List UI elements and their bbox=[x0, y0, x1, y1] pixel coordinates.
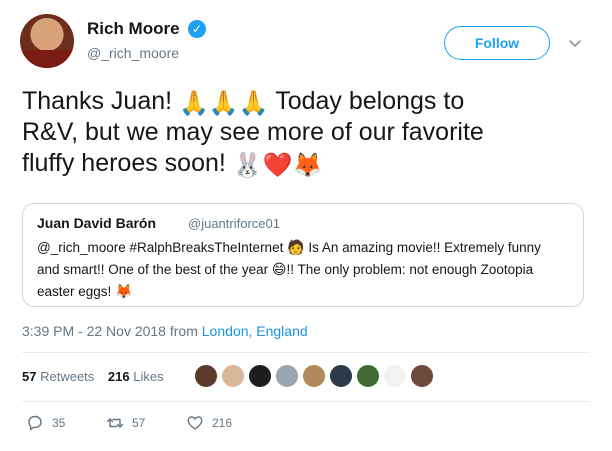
quoted-user-handle: @juantriforce01 bbox=[188, 216, 280, 231]
liker-avatar[interactable] bbox=[329, 364, 353, 388]
fox-emoji-icon: 🦊 bbox=[115, 283, 133, 299]
retweet-button[interactable]: 57 bbox=[106, 414, 145, 432]
tweet-actions: 35 57 216 bbox=[0, 414, 612, 436]
retweets-stat[interactable]: 57 Retweets bbox=[22, 369, 94, 384]
divider bbox=[22, 401, 590, 402]
likes-stat[interactable]: 216 Likes bbox=[108, 369, 164, 384]
quoted-text-part: and smart!! One of the best of the year bbox=[37, 262, 269, 277]
likes-count: 216 bbox=[107, 369, 130, 384]
profile-avatar[interactable] bbox=[20, 14, 74, 68]
tweet-text: Thanks Juan! 🙏🙏🙏 Today belongs to R&V, b… bbox=[22, 86, 582, 179]
retweet-icon bbox=[106, 418, 124, 428]
quoted-tweet-text: @_rich_moore #RalphBreaksTheInternet 🧑 I… bbox=[37, 237, 572, 303]
quoted-text-part: Is An amazing movie!! Extremely funny bbox=[308, 240, 541, 255]
retweets-count: 57 bbox=[22, 369, 37, 384]
reply-button[interactable]: 35 bbox=[26, 414, 65, 432]
quoted-text-part: @_rich_moore #RalphBreaksTheInternet bbox=[37, 240, 284, 255]
quoted-user-name: Juan David Barón bbox=[37, 215, 157, 231]
liker-avatar[interactable] bbox=[410, 364, 434, 388]
quoted-text-part: easter eggs! bbox=[37, 284, 112, 299]
liker-avatar[interactable] bbox=[248, 364, 272, 388]
user-display-name[interactable]: Rich Moore bbox=[87, 19, 180, 39]
reply-count: 35 bbox=[52, 416, 66, 430]
liker-avatar[interactable] bbox=[383, 364, 407, 388]
retweet-count: 57 bbox=[132, 416, 146, 430]
liker-avatar[interactable] bbox=[302, 364, 326, 388]
quoted-tweet[interactable]: Juan David Barón @juantriforce01 @_rich_… bbox=[22, 203, 584, 307]
reply-icon bbox=[28, 415, 42, 431]
tweet-stats: 57 Retweets 216 Likes bbox=[22, 369, 164, 384]
tweet-text-part: fluffy heroes soon! bbox=[22, 149, 226, 177]
tweet-text-part: Today belongs to bbox=[275, 87, 465, 115]
liker-avatar[interactable] bbox=[356, 364, 380, 388]
heart-icon bbox=[187, 416, 203, 430]
like-count: 216 bbox=[212, 416, 233, 430]
verified-badge-icon: ✓ bbox=[188, 20, 206, 38]
user-handle[interactable]: @_rich_moore bbox=[87, 45, 179, 61]
like-button[interactable]: 216 bbox=[186, 414, 232, 432]
retweets-label: Retweets bbox=[40, 369, 95, 384]
tweet-timestamp: 3:39 PM - 22 Nov 2018 from London, Engla… bbox=[22, 323, 308, 339]
liker-avatar[interactable] bbox=[194, 364, 218, 388]
divider bbox=[22, 352, 590, 353]
rabbit-heart-fox-emoji-icon: 🐰❤️🦊 bbox=[232, 152, 323, 179]
person-emoji-icon: 🧑 bbox=[287, 239, 305, 255]
quoted-text-part: !! The only problem: not enough Zootopia bbox=[286, 262, 534, 277]
likes-label: Likes bbox=[133, 369, 164, 384]
tweet-text-part: R&V, but we may see more of our favorite bbox=[22, 118, 484, 146]
tweet-text-part: Thanks Juan! bbox=[22, 87, 173, 115]
liker-avatar[interactable] bbox=[275, 364, 299, 388]
folded-hands-emoji-icon: 🙏🙏🙏 bbox=[179, 90, 269, 117]
follow-button[interactable]: Follow bbox=[444, 26, 550, 60]
location-link[interactable]: London, England bbox=[202, 323, 308, 339]
smile-emoji-icon: 😄 bbox=[271, 261, 287, 277]
timestamp-text[interactable]: 3:39 PM - 22 Nov 2018 from bbox=[22, 323, 198, 339]
chevron-down-icon[interactable] bbox=[566, 34, 584, 52]
liker-avatar[interactable] bbox=[221, 364, 245, 388]
